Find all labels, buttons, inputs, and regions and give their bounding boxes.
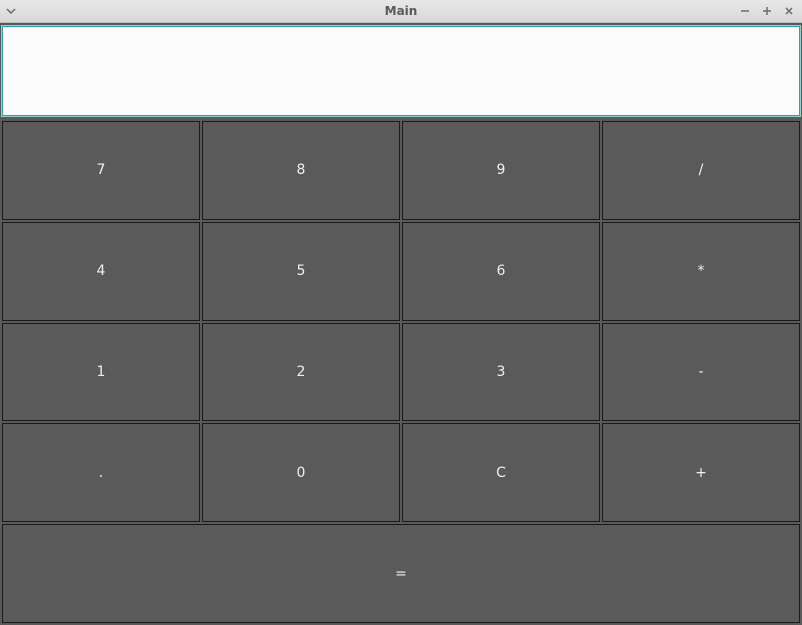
key-decimal[interactable]: .: [2, 423, 200, 522]
key-4[interactable]: 4: [2, 222, 200, 321]
key-multiply[interactable]: *: [602, 222, 800, 321]
calculator-app: 7 8 9 / 4 5 6 * 1 2 3 - . 0 C + =: [0, 23, 802, 625]
key-8[interactable]: 8: [202, 121, 400, 220]
key-equals[interactable]: =: [2, 524, 800, 623]
calculator-display[interactable]: [2, 26, 800, 116]
key-3[interactable]: 3: [402, 323, 600, 422]
key-clear[interactable]: C: [402, 423, 600, 522]
key-9[interactable]: 9: [402, 121, 600, 220]
close-button[interactable]: [782, 4, 796, 18]
window-title: Main: [0, 4, 802, 18]
key-add[interactable]: +: [602, 423, 800, 522]
key-5[interactable]: 5: [202, 222, 400, 321]
key-1[interactable]: 1: [2, 323, 200, 422]
key-6[interactable]: 6: [402, 222, 600, 321]
calculator-keypad: 7 8 9 / 4 5 6 * 1 2 3 - . 0 C + =: [2, 121, 800, 623]
key-7[interactable]: 7: [2, 121, 200, 220]
window-titlebar: Main: [0, 0, 802, 23]
key-divide[interactable]: /: [602, 121, 800, 220]
key-subtract[interactable]: -: [602, 323, 800, 422]
key-0[interactable]: 0: [202, 423, 400, 522]
key-2[interactable]: 2: [202, 323, 400, 422]
minimize-button[interactable]: [738, 4, 752, 18]
maximize-button[interactable]: [760, 4, 774, 18]
window-menu-icon[interactable]: [6, 6, 16, 16]
